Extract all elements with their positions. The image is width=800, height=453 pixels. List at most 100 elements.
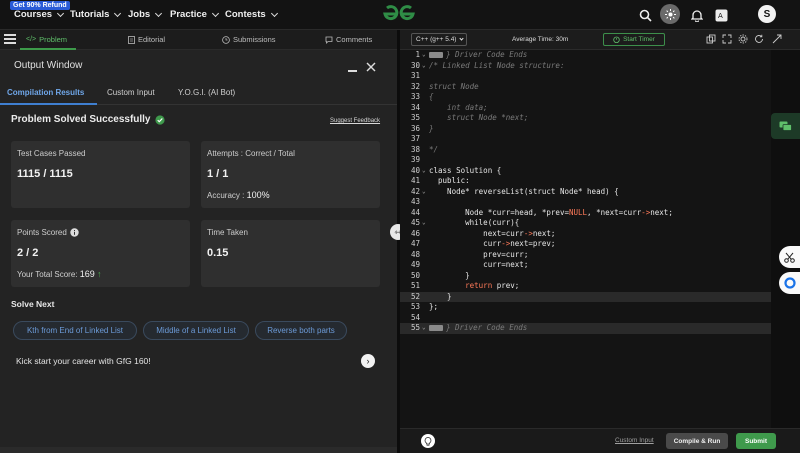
tab-problem[interactable]: </> Problem (26, 35, 67, 44)
chevron-down-icon (211, 9, 220, 17)
fullscreen-icon[interactable] (722, 34, 732, 44)
chevron-down-icon (155, 9, 163, 17)
code-token: struct Node *next; (429, 113, 529, 122)
code-editor[interactable]: 1 ⌄} Driver Code Ends 30 ⌄/* Linked List No… (400, 50, 771, 428)
fold-chevron-icon[interactable]: ⌄ (422, 61, 426, 72)
minimize-icon[interactable] (348, 70, 357, 72)
nav-courses[interactable]: Courses (14, 9, 65, 20)
nav-contests[interactable]: Contests (225, 9, 278, 20)
code-token: } Driver Code Ends (446, 323, 528, 332)
nav-jobs[interactable]: Jobs (128, 9, 163, 20)
translate-icon[interactable]: A (712, 6, 730, 24)
solve-next-chip[interactable]: Kth from End of Linked List (13, 321, 137, 340)
code-line[interactable]: 42 ⌄ Node* reverseList(struct Node* head)… (400, 187, 771, 198)
reset-icon[interactable] (754, 34, 764, 44)
timer-icon (613, 36, 620, 43)
line-number: 50 (410, 270, 420, 280)
code-line[interactable]: 40 ⌄ class Solution { (400, 166, 771, 177)
code-line[interactable]: 32 struct Node (400, 82, 771, 93)
suggest-feedback-link[interactable]: Suggest Feedback (330, 118, 380, 124)
menu-icon[interactable] (4, 34, 16, 44)
tab-compilation-results[interactable]: Compilation Results (7, 88, 84, 97)
assistant-button[interactable] (779, 272, 800, 294)
code-line[interactable]: 34 int data; (400, 103, 771, 114)
info-icon[interactable] (70, 228, 79, 237)
code-line[interactable]: 46 next=curr->next; (400, 229, 771, 240)
code-line[interactable]: 48 prev=curr; (400, 250, 771, 261)
scissors-button[interactable] (779, 246, 800, 268)
lightbulb-icon[interactable] (421, 434, 435, 448)
language-select[interactable]: C++ (g++ 5.4) (411, 33, 467, 46)
code-line[interactable]: 51 return prev; (400, 281, 771, 292)
code-token: public: (429, 176, 470, 185)
fold-chevron-icon[interactable]: ⌄ (422, 166, 426, 177)
scissors-icon (784, 252, 795, 263)
chat-button[interactable] (771, 113, 800, 139)
svg-text:A: A (718, 12, 723, 20)
code-token: next=curr->next; (429, 228, 556, 238)
line-number: 47 (410, 239, 420, 248)
submit-button[interactable]: Submit (736, 433, 776, 449)
fold-chevron-icon[interactable]: ⌄ (422, 187, 426, 198)
tab-submissions[interactable]: Submissions (222, 35, 276, 44)
code-line[interactable]: 52 } (400, 291, 771, 302)
compile-run-button[interactable]: Compile & Run (666, 433, 728, 449)
code-line[interactable]: 55 ⌄} Driver Code Ends (400, 323, 771, 334)
code-line[interactable]: 31 (400, 71, 771, 82)
code-text: class Solution { (429, 166, 501, 177)
code-line[interactable]: 44 Node *curr=head, *prev=NULL, *next=cu… (400, 208, 771, 219)
code-line[interactable]: 53}; (400, 302, 771, 313)
tab-yogi-ai-bot[interactable]: Y.O.G.I. (AI Bot) (178, 88, 235, 97)
chevron-right-icon[interactable]: › (361, 354, 375, 368)
solve-next-chip[interactable]: Middle of a Linked List (143, 321, 249, 340)
code-token: prev=curr; (429, 249, 529, 259)
code-line[interactable]: 36} (400, 124, 771, 135)
bell-icon[interactable] (688, 6, 706, 24)
close-icon[interactable] (365, 61, 377, 73)
code-line[interactable]: 54 (400, 313, 771, 324)
solve-next-title: Solve Next (11, 299, 55, 309)
code-line[interactable]: 43 (400, 197, 771, 208)
collapsed-region-icon[interactable] (429, 325, 443, 331)
start-timer-button[interactable]: Start Timer (603, 33, 665, 46)
tab-comments[interactable]: Comments (325, 35, 372, 44)
gfg-logo-icon[interactable] (381, 3, 417, 25)
time-value: 0.15 (207, 247, 229, 259)
code-line[interactable]: 35 struct Node *next; (400, 113, 771, 124)
code-token: while(curr){ (429, 218, 520, 227)
code-token: return prev; (465, 281, 520, 290)
code-line[interactable]: 45 ⌄ while(curr){ (400, 218, 771, 229)
search-icon[interactable] (636, 6, 654, 24)
code-line[interactable]: 1 ⌄} Driver Code Ends (400, 50, 771, 61)
avatar[interactable]: S (758, 5, 776, 23)
kickstart-banner[interactable]: Kick start your career with GfG 160! (16, 356, 151, 366)
code-line[interactable]: 47 curr->next=prev; (400, 239, 771, 250)
code-line[interactable]: 41 public: (400, 176, 771, 187)
code-line[interactable]: 37 (400, 134, 771, 145)
fold-chevron-icon[interactable]: ⌄ (422, 50, 426, 61)
theme-toggle-sun-icon[interactable] (660, 4, 680, 24)
output-window: Output Window Compilation Results Custom… (0, 50, 397, 447)
code-line[interactable]: 33 { (400, 92, 771, 103)
copy-icon[interactable] (706, 34, 716, 44)
code-line[interactable]: 30 ⌄/* Linked List Node structure: (400, 61, 771, 72)
code-line[interactable]: 38 */ (400, 145, 771, 156)
nav-tutorials[interactable]: Tutorials (70, 9, 122, 20)
nav-practice[interactable]: Practice (170, 9, 220, 20)
output-window-title: Output Window (14, 60, 83, 71)
fold-chevron-icon[interactable]: ⌄ (422, 218, 426, 229)
code-line[interactable]: 39 (400, 155, 771, 166)
tab-editorial[interactable]: Editorial (128, 35, 165, 44)
line-number: 41 (410, 176, 420, 185)
code-line[interactable]: 49 curr=next; (400, 260, 771, 271)
gear-icon[interactable] (738, 34, 748, 44)
tab-custom-input[interactable]: Custom Input (107, 88, 155, 97)
custom-input-link[interactable]: Custom Input (615, 437, 654, 444)
solve-next-chip[interactable]: Reverse both parts (255, 321, 347, 340)
line-number: 40 (410, 165, 420, 175)
expand-icon[interactable] (772, 34, 782, 44)
collapsed-region-icon[interactable] (429, 52, 443, 58)
code-line[interactable]: 50 } (400, 271, 771, 282)
accuracy: Accuracy : 100% (207, 190, 270, 200)
fold-chevron-icon[interactable]: ⌄ (422, 323, 426, 334)
